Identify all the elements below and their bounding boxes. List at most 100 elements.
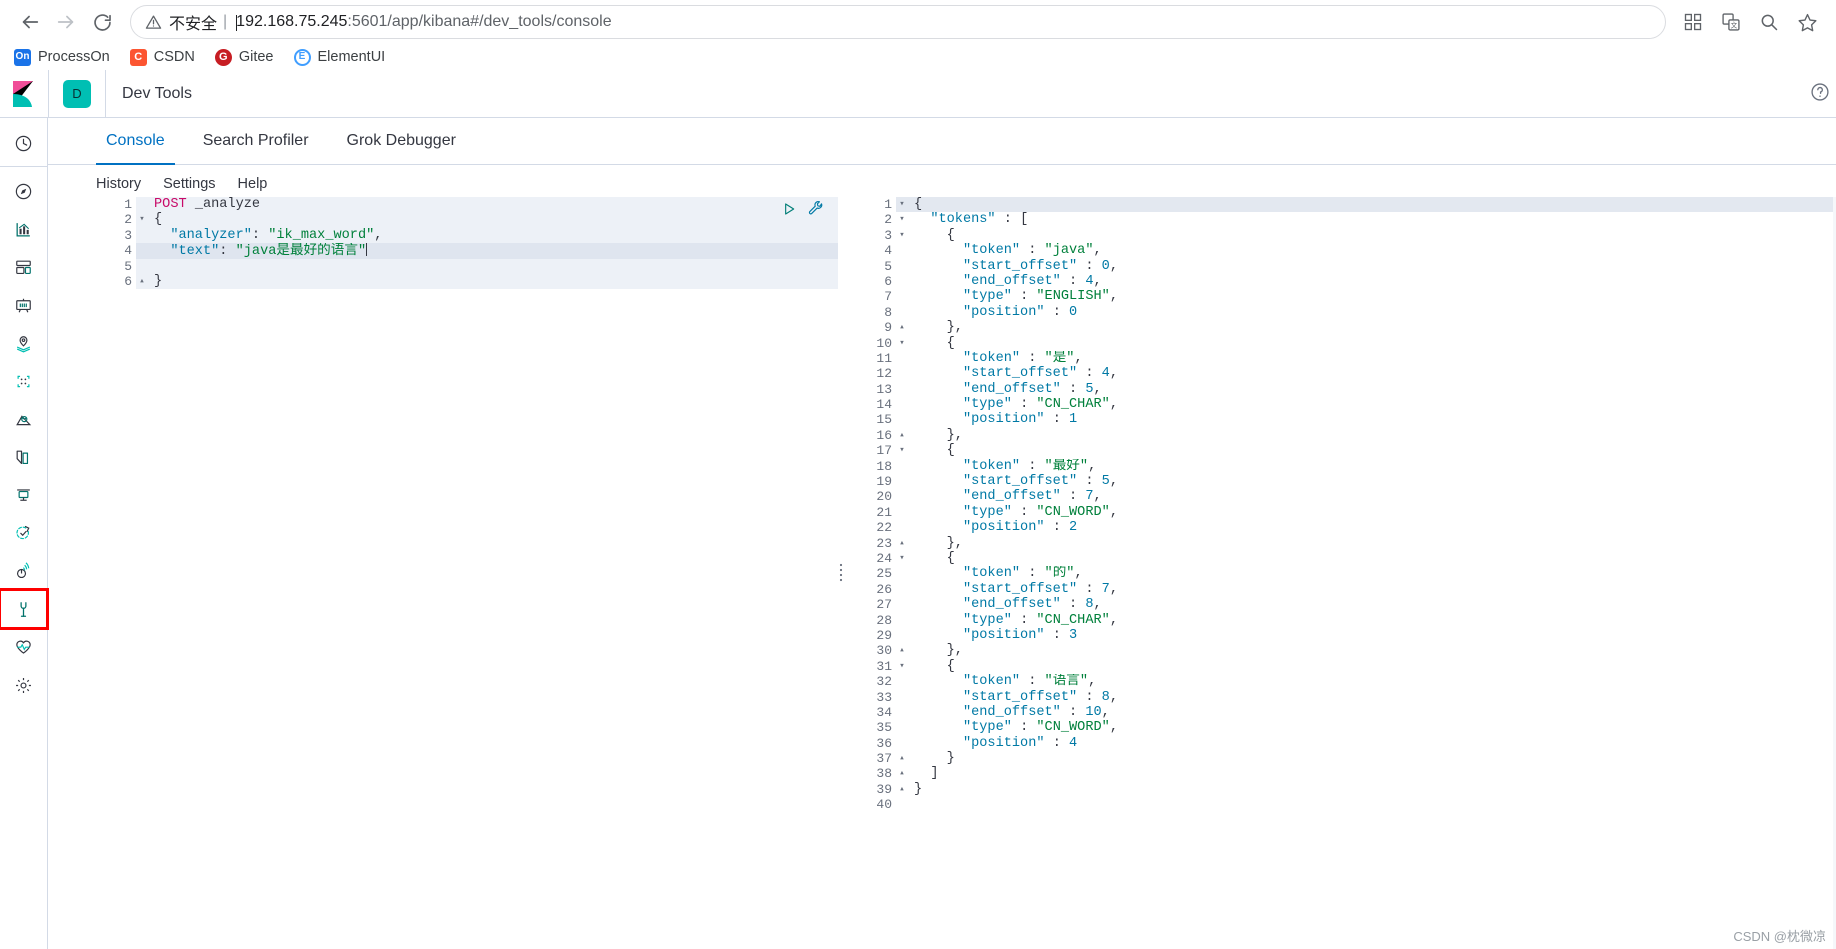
sidebar-item-uptime[interactable]	[0, 514, 47, 552]
fold-toggle-icon[interactable]: ▴	[896, 766, 908, 781]
editor-line[interactable]: 23 ▴ },	[844, 535, 1836, 551]
sidebar-item-infrastructure[interactable]	[0, 400, 47, 438]
sidebar-item-dev-tools[interactable]	[0, 588, 49, 630]
editor-line[interactable]: 22 "position" : 2	[844, 520, 1836, 536]
editor-line[interactable]: 15 "position" : 1	[844, 412, 1836, 428]
sidebar-item-monitoring[interactable]	[0, 628, 47, 666]
response-editor-pane[interactable]: 1 ▾{2 ▾ "tokens" : [3 ▾ {4 "token" : "java"…	[844, 197, 1836, 949]
editor-line[interactable]: 2 ▾ {	[96, 212, 838, 228]
editor-line[interactable]: 3 "analyzer": "ik_max_word",	[96, 227, 838, 244]
editor-line[interactable]: 11 "token" : "是",	[844, 350, 1836, 367]
editor-line[interactable]: 12 "start_offset" : 4,	[844, 366, 1836, 382]
editor-line[interactable]: 4 "token" : "java",	[844, 243, 1836, 259]
fold-toggle-icon[interactable]: ▴	[896, 643, 908, 658]
editor-line[interactable]: 25 "token" : "的",	[844, 566, 1836, 582]
editor-line[interactable]: 18 "token" : "最好",	[844, 458, 1836, 475]
fold-toggle-icon[interactable]: ▾	[896, 212, 908, 227]
menu-item-settings[interactable]: Settings	[163, 176, 215, 192]
editor-line[interactable]: 6 "end_offset" : 4,	[844, 273, 1836, 290]
tab-search-profiler[interactable]: Search Profiler	[193, 118, 319, 164]
editor-line[interactable]: 20 "end_offset" : 7,	[844, 489, 1836, 505]
bookmark-csdn[interactable]: C CSDN	[129, 48, 195, 66]
editor-line[interactable]: 30 ▴ },	[844, 643, 1836, 659]
editor-line[interactable]: 1 ▾ {	[844, 197, 1836, 213]
address-url[interactable]: 192.168.75.245:5601/app/kibana#/dev_tool…	[236, 13, 612, 31]
editor-line[interactable]: 34 "end_offset" : 10,	[844, 704, 1836, 721]
editor-line[interactable]: 8 "position" : 0	[844, 304, 1836, 321]
editor-line[interactable]: 4 "text": "java是最好的语言"	[96, 242, 838, 259]
editor-line[interactable]: 35 "type" : "CN_WORD",	[844, 720, 1836, 736]
play-triangle-icon[interactable]	[781, 201, 797, 217]
editor-line[interactable]: 6 ▴}	[96, 273, 838, 290]
sidebar-item-logs[interactable]	[0, 438, 47, 476]
editor-line[interactable]: 38 ▴ ]	[844, 766, 1836, 782]
sidebar-item-siem[interactable]	[0, 552, 47, 590]
editor-line[interactable]: 5 "start_offset" : 0,	[844, 258, 1836, 274]
editor-line[interactable]: 10 ▾ {	[844, 335, 1836, 351]
request-editor[interactable]: 1 POST _analyze 2 ▾ {3 "analyzer": "ik_max_w…	[96, 197, 838, 949]
editor-line[interactable]: 5	[96, 258, 838, 274]
editor-line[interactable]: 1 POST _analyze	[96, 197, 838, 213]
back-button[interactable]	[12, 4, 48, 40]
sidebar-item-dashboard[interactable]	[0, 248, 47, 286]
editor-line[interactable]: 26 "start_offset" : 7,	[844, 581, 1836, 598]
reload-button[interactable]	[84, 4, 120, 40]
editor-line[interactable]: 17 ▾ {	[844, 443, 1836, 459]
extensions-icon[interactable]	[1676, 5, 1710, 39]
bookmark-star-icon[interactable]	[1790, 5, 1824, 39]
fold-toggle-icon[interactable]: ▾	[136, 212, 148, 227]
sidebar-item-machine-learning[interactable]	[0, 362, 47, 400]
response-editor[interactable]: 1 ▾{2 ▾ "tokens" : [3 ▾ {4 "token" : "java"…	[844, 197, 1836, 949]
fold-toggle-icon[interactable]: ▴	[136, 274, 148, 289]
editor-line[interactable]: 28 "type" : "CN_CHAR",	[844, 612, 1836, 628]
editor-line[interactable]: 14 "type" : "CN_CHAR",	[844, 397, 1836, 413]
translate-icon[interactable]: 文	[1714, 5, 1748, 39]
sidebar-item-maps[interactable]	[0, 324, 47, 362]
fold-toggle-icon[interactable]: ▴	[896, 751, 908, 766]
editor-line[interactable]: 16 ▴ },	[844, 427, 1836, 444]
editor-line[interactable]: 7 "type" : "ENGLISH",	[844, 289, 1836, 305]
fold-toggle-icon[interactable]: ▴	[896, 782, 908, 797]
editor-line[interactable]: 40	[844, 797, 1836, 813]
address-bar[interactable]: 不安全 | 192.168.75.245:5601/app/kibana#/de…	[130, 5, 1666, 39]
bookmark-gitee[interactable]: G Gitee	[214, 48, 274, 66]
forward-button[interactable]	[48, 4, 84, 40]
editor-line[interactable]: 32 "token" : "语言",	[844, 674, 1836, 690]
editor-line[interactable]: 29 "position" : 3	[844, 627, 1836, 644]
menu-item-help[interactable]: Help	[238, 176, 268, 192]
fold-toggle-icon[interactable]: ▾	[896, 336, 908, 351]
search-icon[interactable]	[1752, 5, 1786, 39]
fold-toggle-icon[interactable]: ▴	[896, 428, 908, 443]
editor-line[interactable]: 24 ▾ {	[844, 550, 1836, 567]
editor-line[interactable]: 31 ▾ {	[844, 658, 1836, 675]
help-circle-icon[interactable]	[1810, 82, 1830, 107]
request-editor-pane[interactable]: 1 POST _analyze 2 ▾ {3 "analyzer": "ik_max_w…	[96, 197, 838, 949]
editor-line[interactable]: 36 "position" : 4	[844, 735, 1836, 752]
tab-grok-debugger[interactable]: Grok Debugger	[337, 118, 466, 164]
sidebar-item-discover[interactable]	[0, 172, 47, 210]
editor-line[interactable]: 21 "type" : "CN_WORD",	[844, 504, 1836, 521]
fold-toggle-icon[interactable]: ▴	[896, 536, 908, 551]
fold-toggle-icon[interactable]: ▾	[896, 551, 908, 566]
editor-line[interactable]: 9 ▴ },	[844, 320, 1836, 336]
sidebar-item-visualize[interactable]	[0, 210, 47, 248]
sidebar-item-management[interactable]	[0, 666, 47, 704]
fold-toggle-icon[interactable]: ▴	[896, 320, 908, 335]
sidebar-item-canvas[interactable]	[0, 286, 47, 324]
editor-line[interactable]: 19 "start_offset" : 5,	[844, 474, 1836, 490]
fold-toggle-icon[interactable]: ▾	[896, 197, 908, 212]
editor-line[interactable]: 2 ▾ "tokens" : [	[844, 212, 1836, 228]
wrench-icon[interactable]	[807, 200, 824, 217]
sidebar-item-recently-viewed[interactable]	[0, 124, 47, 167]
fold-toggle-icon[interactable]: ▾	[896, 659, 908, 674]
editor-line[interactable]: 3 ▾ {	[844, 227, 1836, 244]
editor-line[interactable]: 37 ▴ }	[844, 751, 1836, 767]
editor-line[interactable]: 27 "end_offset" : 8,	[844, 597, 1836, 613]
editor-line[interactable]: 39 ▴}	[844, 781, 1836, 798]
tab-console[interactable]: Console	[96, 118, 175, 165]
editor-line[interactable]: 13 "end_offset" : 5,	[844, 381, 1836, 398]
fold-toggle-icon[interactable]: ▾	[896, 443, 908, 458]
bookmark-processon[interactable]: On ProcessOn	[14, 48, 110, 66]
menu-item-history[interactable]: History	[96, 176, 141, 192]
sidebar-item-apm[interactable]	[0, 476, 47, 514]
